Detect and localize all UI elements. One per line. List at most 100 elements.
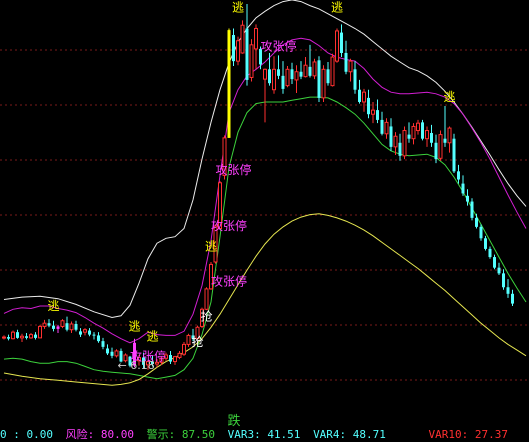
indicator-status-bar: 0 : 0.00 风险: 80.00 警示: 87.50 VAR3: 41.51… bbox=[0, 428, 529, 442]
candle-body-111 bbox=[502, 273, 505, 288]
signal-escape-0: 逃 bbox=[47, 299, 59, 313]
candle-body-67 bbox=[303, 64, 308, 78]
status-item-risk: 风险: 80.00 bbox=[65, 428, 134, 441]
candle-body-18 bbox=[83, 329, 87, 333]
candle-body-98 bbox=[443, 138, 447, 143]
candle-body-22 bbox=[101, 341, 105, 347]
candle-body-11 bbox=[52, 325, 55, 329]
status-item-warning: 警示: 87.50 bbox=[146, 428, 215, 441]
low-price-marker: ← 6.18 bbox=[118, 359, 155, 372]
candle-body-54 bbox=[245, 28, 249, 80]
candle-body-99 bbox=[447, 127, 452, 144]
slow-line bbox=[3, 213, 527, 386]
candle-body-69 bbox=[312, 61, 317, 77]
candle-body-76 bbox=[344, 52, 348, 72]
candle-body-65 bbox=[294, 71, 299, 81]
signal-grab-12: 抢 bbox=[200, 309, 212, 324]
signal-attack-11: 攻张停 bbox=[261, 39, 297, 54]
candle-body-66 bbox=[299, 71, 303, 77]
candle-body-52 bbox=[236, 40, 240, 62]
candle-body-83 bbox=[376, 110, 379, 120]
candle-body-112 bbox=[506, 287, 510, 294]
signal-grab-13: 抢 bbox=[191, 334, 203, 349]
candle-body-59 bbox=[268, 69, 271, 84]
signal-attack-10: 攻张停 bbox=[211, 274, 247, 289]
candle-body-56 bbox=[254, 27, 258, 50]
candle-body-16 bbox=[74, 324, 78, 330]
candle-body-108 bbox=[488, 248, 492, 258]
candle-body-84 bbox=[380, 119, 384, 134]
candle-body-17 bbox=[79, 331, 82, 335]
candle-body-8 bbox=[38, 325, 42, 339]
candle-body-24 bbox=[110, 351, 114, 356]
candle-body-97 bbox=[438, 134, 443, 159]
candle-body-88 bbox=[398, 142, 402, 156]
candle-body-64 bbox=[290, 69, 294, 80]
signal-escape-4: 逃 bbox=[232, 0, 244, 14]
status-item-0: 0 : 0.00 bbox=[0, 428, 53, 441]
status-item-var4: VAR4: 48.71 bbox=[313, 428, 386, 441]
candle-body-53 bbox=[240, 24, 245, 54]
candle-body-15 bbox=[69, 323, 74, 331]
status-item-var3: VAR3: 41.51 bbox=[227, 428, 301, 441]
candle-body-3 bbox=[16, 332, 19, 338]
bottom-signal-label: 跌 bbox=[227, 413, 240, 429]
candle-body-68 bbox=[308, 66, 312, 76]
candle-body-39 bbox=[177, 352, 182, 358]
candle-body-79 bbox=[358, 89, 361, 102]
candle-body-72 bbox=[326, 69, 330, 84]
indicator-lines bbox=[3, 0, 527, 386]
candle-body-109 bbox=[493, 257, 496, 268]
candle-body-106 bbox=[479, 226, 483, 239]
signal-escape-1: 逃 bbox=[128, 320, 140, 334]
candle-body-70 bbox=[317, 60, 321, 98]
candle-body-0 bbox=[2, 336, 6, 339]
candle-body-4 bbox=[20, 335, 24, 339]
candle-body-20 bbox=[92, 334, 96, 336]
candle-body-100 bbox=[452, 138, 456, 172]
candle-body-101 bbox=[457, 171, 460, 180]
candle-body-10 bbox=[47, 323, 51, 326]
signal-attack-8: 攻张停 bbox=[216, 162, 252, 177]
candle-body-60 bbox=[272, 68, 276, 91]
candle-body-75 bbox=[340, 32, 343, 53]
candle-body-7 bbox=[34, 334, 37, 338]
candle-body-87 bbox=[393, 135, 398, 148]
candle-body-71 bbox=[321, 68, 326, 99]
candle-body-61 bbox=[277, 69, 280, 76]
candle-body-62 bbox=[281, 75, 285, 89]
candle-body-89 bbox=[402, 130, 407, 157]
candle-body-78 bbox=[353, 69, 357, 90]
candle-body-96 bbox=[434, 142, 438, 160]
candle-body-13 bbox=[60, 320, 65, 327]
candle-body-40 bbox=[182, 343, 186, 355]
candle-body-2 bbox=[11, 331, 15, 340]
candle-body-92 bbox=[416, 122, 420, 132]
candle-body-50 bbox=[227, 30, 231, 138]
candle-body-77 bbox=[348, 60, 353, 73]
candle-body-85 bbox=[384, 121, 389, 135]
price-chart: 逃逃逃逃逃 逃逃攻张停攻张停攻张停攻张停攻张停抢抢← 6.18 跌 bbox=[0, 0, 529, 429]
candle-body-19 bbox=[88, 330, 91, 335]
candle-body-90 bbox=[407, 134, 411, 139]
candle-body-12 bbox=[56, 326, 60, 329]
candle-body-5 bbox=[25, 336, 28, 338]
candle-body-1 bbox=[7, 337, 10, 339]
candle-body-93 bbox=[421, 122, 424, 139]
candle-body-25 bbox=[114, 350, 119, 357]
candle-body-58 bbox=[263, 68, 267, 80]
candle-body-41 bbox=[186, 334, 191, 345]
candle-body-6 bbox=[29, 334, 33, 339]
candle-body-14 bbox=[65, 323, 69, 330]
candle-body-63 bbox=[285, 68, 290, 87]
candle-body-103 bbox=[466, 195, 469, 202]
candle-body-113 bbox=[511, 293, 514, 304]
candle-body-80 bbox=[362, 91, 366, 103]
candle-body-91 bbox=[411, 125, 416, 140]
candle-body-74 bbox=[335, 30, 339, 62]
candle-body-82 bbox=[371, 109, 375, 115]
candle-body-45 bbox=[204, 288, 209, 310]
status-item-var10: VAR10: 27.37 bbox=[428, 428, 509, 441]
candle-body-51 bbox=[232, 35, 235, 62]
candle-body-104 bbox=[470, 201, 474, 218]
